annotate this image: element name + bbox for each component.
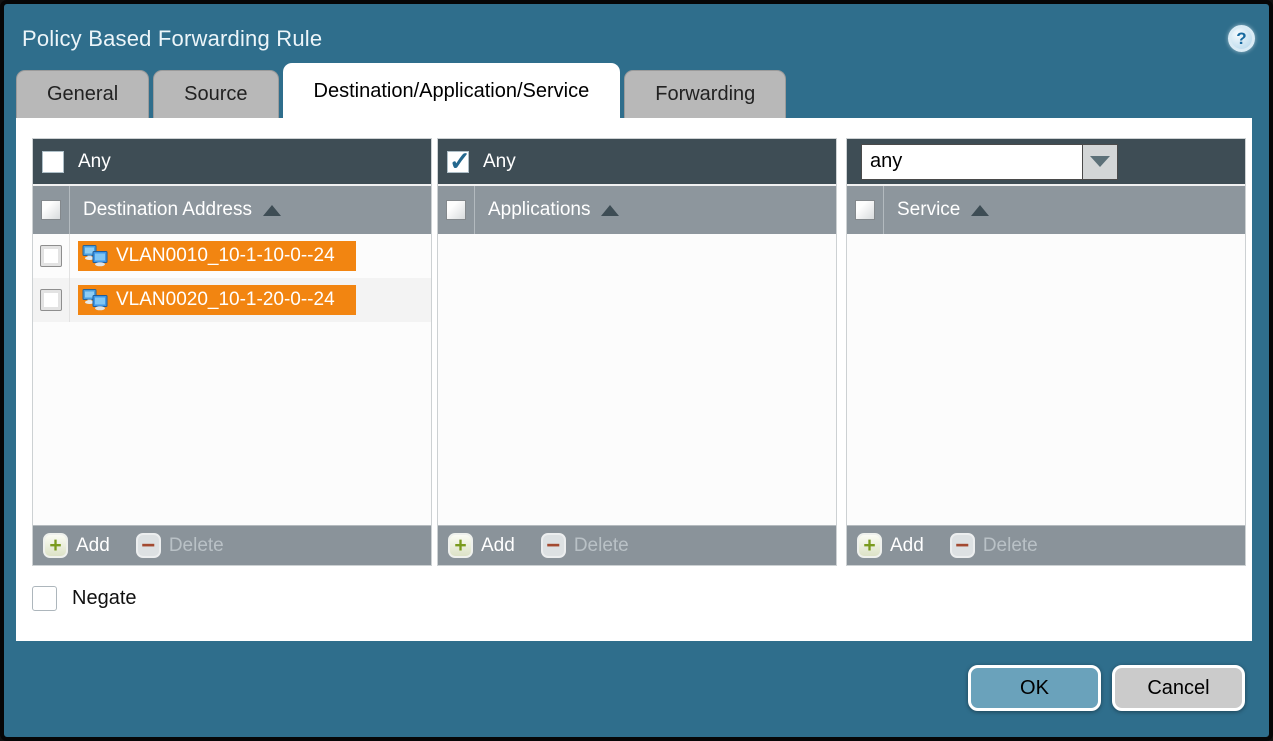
delete-label: Delete — [169, 535, 224, 557]
applications-delete-button[interactable]: − Delete — [541, 533, 629, 558]
address-object-label: VLAN0010_10-1-10-0--24 — [116, 245, 335, 267]
applications-panel-footer: + Add − Delete — [438, 525, 836, 565]
applications-list — [438, 234, 836, 525]
service-column-header-row: Service — [847, 184, 1245, 234]
service-add-button[interactable]: + Add — [857, 533, 924, 558]
sort-ascending-icon[interactable] — [601, 205, 619, 216]
add-icon: + — [448, 533, 473, 558]
destination-any-label: Any — [78, 151, 111, 173]
service-panel: any Service + — [846, 138, 1246, 566]
service-delete-button[interactable]: − Delete — [950, 533, 1038, 558]
list-item[interactable]: VLAN0010_10-1-10-0--24 — [33, 234, 431, 278]
tab-general[interactable]: General — [16, 70, 149, 118]
help-icon[interactable]: ? — [1228, 25, 1255, 52]
add-icon: + — [43, 533, 68, 558]
delete-icon: − — [950, 533, 975, 558]
tab-content: Any Destination Address — [16, 118, 1252, 641]
dialog-titlebar: Policy Based Forwarding Rule ? — [4, 4, 1269, 63]
destination-select-all-checkbox[interactable] — [41, 200, 61, 220]
row-checkbox[interactable] — [40, 245, 62, 267]
applications-column-header-row: Applications — [438, 184, 836, 234]
applications-column-header[interactable]: Applications — [488, 199, 590, 221]
applications-add-button[interactable]: + Add — [448, 533, 515, 558]
list-item[interactable]: VLAN0020_10-1-20-0--24 — [33, 278, 431, 322]
destination-add-button[interactable]: + Add — [43, 533, 110, 558]
policy-based-forwarding-dialog: Policy Based Forwarding Rule ? General S… — [0, 0, 1273, 741]
destination-address-list: VLAN0010_10-1-10-0--24 — [33, 234, 431, 525]
negate-row: Negate — [32, 586, 1252, 611]
dialog-button-bar: OK Cancel — [4, 641, 1269, 737]
negate-checkbox[interactable] — [32, 586, 57, 611]
address-object-chip[interactable]: VLAN0010_10-1-10-0--24 — [78, 241, 356, 271]
destination-select-all-cell — [33, 186, 70, 234]
destination-address-panel: Any Destination Address — [32, 138, 432, 566]
tab-source[interactable]: Source — [153, 70, 278, 118]
destination-delete-button[interactable]: − Delete — [136, 533, 224, 558]
service-panel-footer: + Add − Delete — [847, 525, 1245, 565]
applications-any-label: Any — [483, 151, 516, 173]
add-label: Add — [76, 535, 110, 557]
delete-icon: − — [541, 533, 566, 558]
service-select-all-checkbox[interactable] — [855, 200, 875, 220]
service-select-all-cell — [847, 186, 884, 234]
service-column-header[interactable]: Service — [897, 199, 960, 221]
network-icon — [82, 245, 108, 267]
address-object-label: VLAN0020_10-1-20-0--24 — [116, 289, 335, 311]
network-icon — [82, 289, 108, 311]
sort-ascending-icon[interactable] — [971, 205, 989, 216]
ok-button[interactable]: OK — [968, 665, 1101, 711]
negate-label: Negate — [72, 587, 137, 610]
address-object-chip[interactable]: VLAN0020_10-1-20-0--24 — [78, 285, 356, 315]
applications-any-bar: Any — [438, 139, 836, 184]
applications-select-all-checkbox[interactable] — [446, 200, 466, 220]
tab-destination-application-service[interactable]: Destination/Application/Service — [283, 63, 621, 118]
service-dropdown-value[interactable]: any — [861, 144, 1083, 180]
destination-column-header[interactable]: Destination Address — [83, 199, 252, 221]
applications-select-all-cell — [438, 186, 475, 234]
tab-forwarding[interactable]: Forwarding — [624, 70, 786, 118]
applications-panel: Any Applications + Add − — [437, 138, 837, 566]
destination-panel-footer: + Add − Delete — [33, 525, 431, 565]
dialog-title: Policy Based Forwarding Rule — [22, 26, 322, 52]
add-label: Add — [481, 535, 515, 557]
sort-ascending-icon[interactable] — [263, 205, 281, 216]
delete-label: Delete — [574, 535, 629, 557]
service-list — [847, 234, 1245, 525]
row-checkbox-cell — [33, 234, 70, 278]
add-label: Add — [890, 535, 924, 557]
destination-any-bar: Any — [33, 139, 431, 184]
destination-any-checkbox[interactable] — [42, 151, 64, 173]
row-checkbox-cell — [33, 278, 70, 322]
service-any-bar: any — [847, 139, 1245, 184]
row-checkbox[interactable] — [40, 289, 62, 311]
tab-bar: General Source Destination/Application/S… — [16, 63, 1269, 118]
three-column-layout: Any Destination Address — [32, 138, 1252, 566]
service-dropdown[interactable]: any — [861, 144, 1118, 180]
applications-any-checkbox[interactable] — [447, 151, 469, 173]
add-icon: + — [857, 533, 882, 558]
delete-label: Delete — [983, 535, 1038, 557]
cancel-button[interactable]: Cancel — [1112, 665, 1245, 711]
chevron-down-icon — [1090, 156, 1110, 167]
destination-column-header-row: Destination Address — [33, 184, 431, 234]
service-dropdown-button[interactable] — [1083, 144, 1118, 180]
delete-icon: − — [136, 533, 161, 558]
